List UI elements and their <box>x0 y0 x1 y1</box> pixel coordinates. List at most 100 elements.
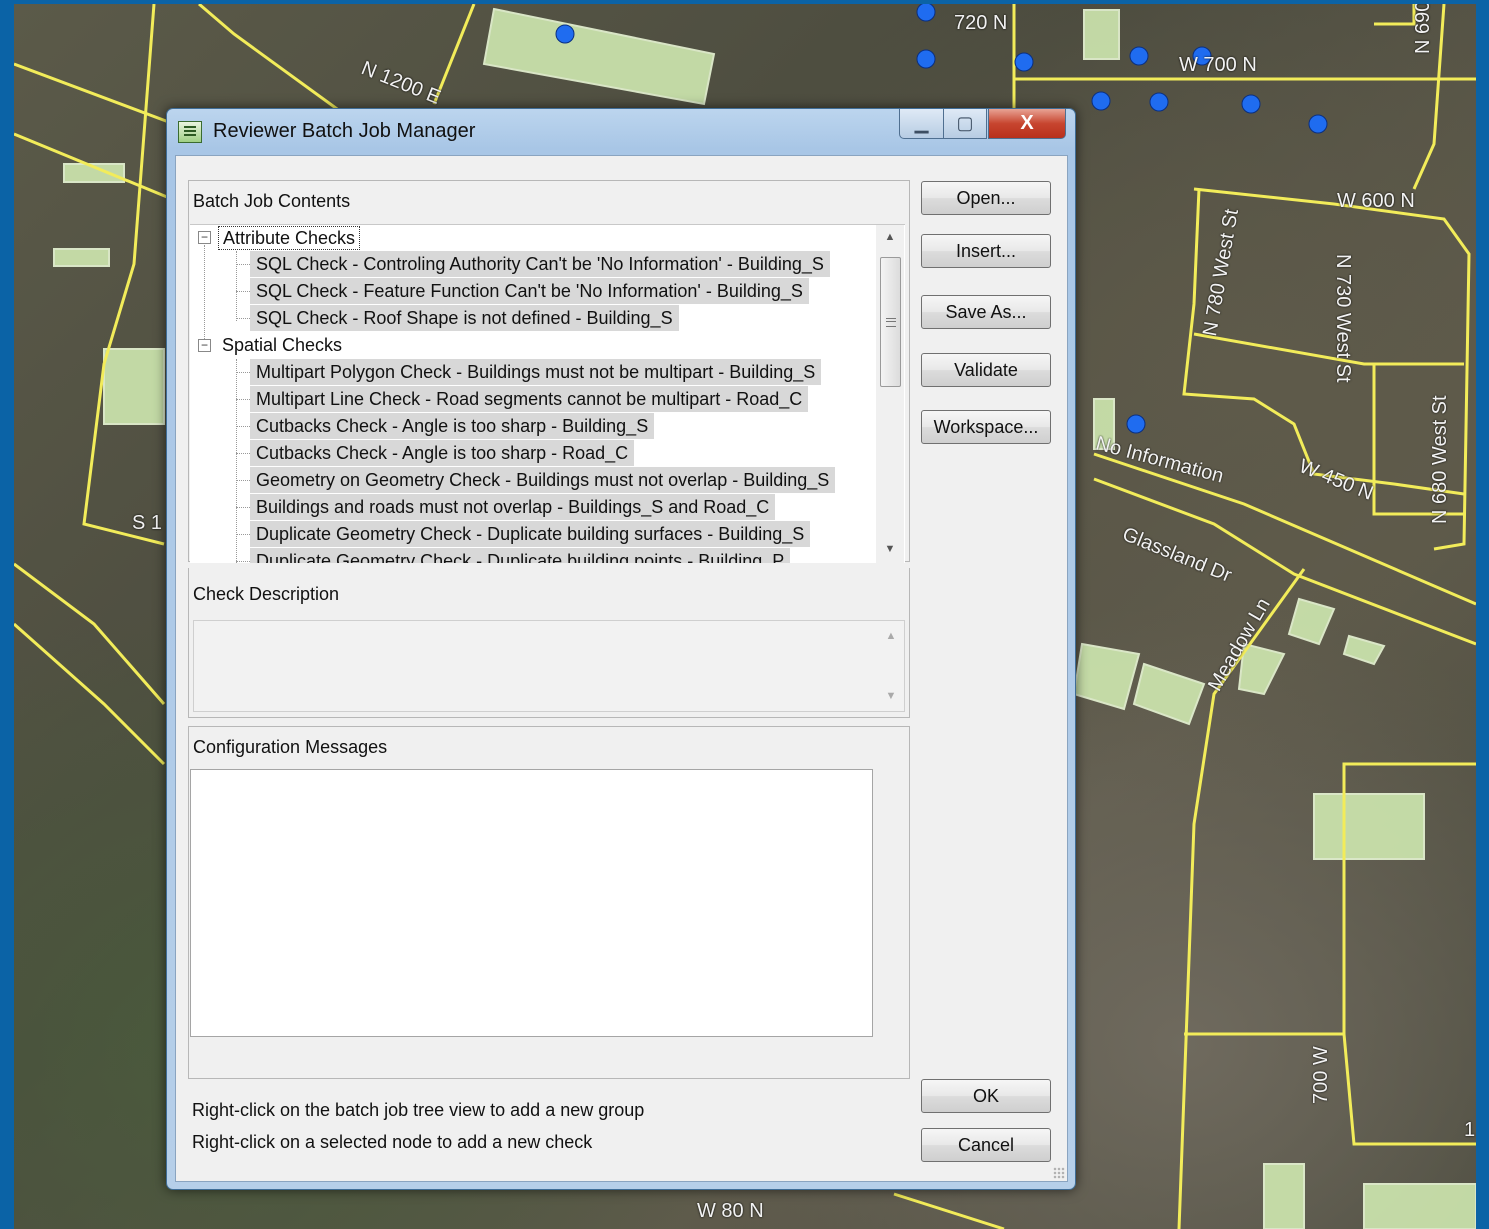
open-button[interactable]: Open... <box>921 181 1051 215</box>
map-label: 700 W <box>1310 1046 1332 1104</box>
scroll-up-arrow-icon[interactable]: ▲ <box>876 225 904 249</box>
title-bar[interactable]: Reviewer Batch Job Manager ▁ ▢ X <box>167 109 1075 155</box>
close-button[interactable]: X <box>988 109 1066 139</box>
tree-group-attribute-checks[interactable]: Attribute Checks <box>218 226 361 250</box>
road-line <box>1374 4 1416 26</box>
tree-scroll-thumb[interactable] <box>880 257 901 387</box>
description-scrollbar[interactable]: ▲ ▼ <box>877 622 905 710</box>
map-point <box>555 24 575 44</box>
map-label: W 700 N <box>1179 54 1257 76</box>
collapse-icon[interactable]: − <box>198 231 211 244</box>
batch-job-manager-dialog: Reviewer Batch Job Manager ▁ ▢ X Batch J… <box>166 108 1076 1190</box>
tree-check-item[interactable]: Geometry on Geometry Check - Buildings m… <box>250 467 836 493</box>
building-footprint <box>1287 597 1336 646</box>
hint-add-group: Right-click on the batch job tree view t… <box>192 1100 645 1120</box>
map-point <box>1014 52 1034 72</box>
road-line <box>893 1192 1005 1229</box>
minimize-button[interactable]: ▁ <box>899 109 944 139</box>
tree-connector <box>236 480 250 481</box>
building-footprint <box>1132 662 1206 726</box>
building-footprint <box>1363 1183 1476 1229</box>
map-point <box>1241 94 1261 114</box>
validate-button[interactable]: Validate <box>921 353 1051 387</box>
tree-group-spatial-checks[interactable]: Spatial Checks <box>218 332 346 358</box>
tree-connector <box>236 372 250 373</box>
road-line <box>14 562 166 705</box>
tree-connector <box>236 426 250 427</box>
tree-check-item[interactable]: Multipart Line Check - Road segments can… <box>250 386 809 412</box>
configuration-messages-label: Configuration Messages <box>193 737 388 757</box>
hint-add-check: Right-click on a selected node to add a … <box>192 1132 593 1152</box>
tree-connector <box>236 399 250 400</box>
tree-check-item[interactable]: SQL Check - Controling Authority Can't b… <box>250 251 830 277</box>
tree-check-item[interactable]: Duplicate Geometry Check - Duplicate bui… <box>250 548 791 563</box>
road-line <box>14 132 185 206</box>
building-footprint <box>53 248 110 267</box>
tree-check-item[interactable]: Cutbacks Check - Angle is too sharp - Bu… <box>250 413 655 439</box>
tree-check-item[interactable]: SQL Check - Roof Shape is not defined - … <box>250 305 679 331</box>
map-point <box>1129 46 1149 66</box>
save-as-button[interactable]: Save As... <box>921 295 1051 329</box>
road-line <box>82 4 165 546</box>
building-footprint <box>482 7 716 106</box>
road-line <box>1193 332 1464 366</box>
check-description-group: Check Description ▲ ▼ <box>188 568 910 718</box>
check-description-field[interactable] <box>193 620 905 712</box>
map-point <box>1149 92 1169 112</box>
ok-button[interactable]: OK <box>921 1079 1051 1113</box>
tree-check-item[interactable]: SQL Check - Feature Function Can't be 'N… <box>250 278 809 304</box>
building-footprint <box>1313 793 1425 860</box>
resize-grip-icon[interactable] <box>1053 1167 1065 1179</box>
tree-check-item[interactable]: Multipart Polygon Check - Buildings must… <box>250 359 822 385</box>
road-line <box>1093 477 1476 646</box>
tree-connector <box>236 561 250 562</box>
road-line <box>1093 452 1476 606</box>
building-footprint <box>103 348 165 425</box>
building-footprint <box>1083 9 1120 60</box>
map-label: W 80 N <box>697 1200 764 1222</box>
maximize-button[interactable]: ▢ <box>943 109 987 139</box>
scroll-down-arrow-icon[interactable]: ▼ <box>877 684 905 708</box>
tree-connector <box>236 291 250 292</box>
batch-job-contents-group: Batch Job Contents − Attribute Checks SQ… <box>188 180 910 563</box>
map-point <box>1126 414 1146 434</box>
map-label: S 1 <box>132 512 163 534</box>
road-line <box>1342 1033 1476 1146</box>
configuration-messages-field[interactable] <box>190 769 873 1037</box>
tree-connector <box>236 318 250 319</box>
tree-check-item[interactable]: Duplicate Geometry Check - Duplicate bui… <box>250 521 811 547</box>
scroll-down-arrow-icon[interactable]: ▼ <box>876 537 904 561</box>
tree-scrollbar[interactable]: ▲ ▼ <box>876 225 904 563</box>
map-point <box>916 49 936 69</box>
tree-connector <box>236 534 250 535</box>
building-footprint <box>1072 642 1141 711</box>
road-line <box>14 622 166 766</box>
batch-job-tree[interactable]: − Attribute Checks SQL Check - Controlin… <box>190 224 905 563</box>
building-footprint <box>1263 1163 1305 1229</box>
batch-job-contents-label: Batch Job Contents <box>193 191 351 211</box>
workspace-button[interactable]: Workspace... <box>921 410 1051 444</box>
map-label: N 730 West St <box>1332 254 1354 383</box>
collapse-icon[interactable]: − <box>198 339 211 352</box>
check-description-label: Check Description <box>193 584 340 604</box>
dialog-title: Reviewer Batch Job Manager <box>213 120 476 142</box>
tree-connector <box>236 507 250 508</box>
tree-check-item[interactable]: Buildings and roads must not overlap - B… <box>250 494 776 520</box>
tree-check-item[interactable]: Cutbacks Check - Angle is too sharp - Ro… <box>250 440 635 466</box>
map-point <box>916 4 936 22</box>
map-label: 720 N <box>954 12 1008 34</box>
batch-job-icon <box>178 121 202 143</box>
dialog-client-area: Batch Job Contents − Attribute Checks SQ… <box>175 155 1068 1182</box>
tree-connector <box>204 245 205 345</box>
building-footprint <box>1342 634 1386 666</box>
cancel-button[interactable]: Cancel <box>921 1128 1051 1162</box>
scroll-up-arrow-icon[interactable]: ▲ <box>877 624 905 648</box>
tree-connector <box>236 453 250 454</box>
configuration-messages-group: Configuration Messages <box>188 726 910 1079</box>
tree-connector <box>236 264 250 265</box>
grip-icon <box>886 318 896 327</box>
tree-connector <box>236 359 237 563</box>
insert-button[interactable]: Insert... <box>921 234 1051 268</box>
map-point <box>1091 91 1111 111</box>
tree-connector <box>236 251 237 321</box>
